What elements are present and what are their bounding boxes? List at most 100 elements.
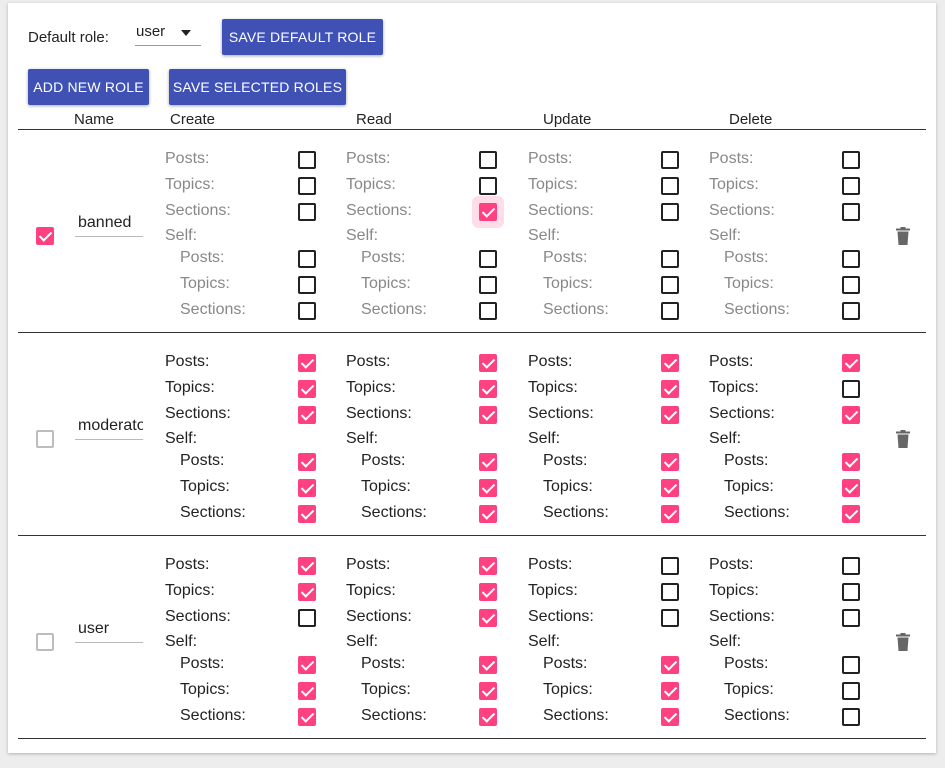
create-topics-checkbox[interactable]: [298, 380, 316, 398]
delete-self-posts-checkbox[interactable]: [842, 453, 860, 471]
read-topics-checkbox[interactable]: [479, 583, 497, 601]
update-topics-checkbox[interactable]: [661, 583, 679, 601]
create-posts-checkbox[interactable]: [298, 557, 316, 575]
read-sections-label: Sections:: [346, 202, 412, 219]
update-sections-label: Sections:: [528, 405, 594, 422]
delete-self-topics-checkbox[interactable]: [842, 479, 860, 497]
delete-self-sections-checkbox[interactable]: [842, 505, 860, 523]
read-posts-checkbox[interactable]: [479, 354, 497, 372]
update-posts-checkbox[interactable]: [661, 557, 679, 575]
create-self-label: Self:: [165, 430, 198, 447]
read-self-topics-checkbox[interactable]: [479, 479, 497, 497]
delete-role-trash-icon[interactable]: [895, 227, 911, 245]
update-topics-checkbox[interactable]: [661, 380, 679, 398]
update-sections-checkbox[interactable]: [661, 406, 679, 424]
update-self-sections-checkbox[interactable]: [661, 302, 679, 320]
role-select-checkbox[interactable]: [36, 633, 54, 651]
delete-self-sections-checkbox[interactable]: [842, 302, 860, 320]
create-self-topics-checkbox[interactable]: [298, 276, 316, 294]
create-topics-checkbox[interactable]: [298, 583, 316, 601]
create-self-sections-checkbox[interactable]: [298, 302, 316, 320]
update-self-posts-checkbox[interactable]: [661, 250, 679, 268]
role-name-input[interactable]: user: [75, 618, 143, 643]
delete-self-topics-checkbox[interactable]: [842, 276, 860, 294]
create-topics-checkbox[interactable]: [298, 177, 316, 195]
create-sections-checkbox[interactable]: [298, 203, 316, 221]
role-select-checkbox[interactable]: [36, 227, 54, 245]
create-topics-label: Topics:: [165, 176, 215, 193]
create-self-posts-checkbox[interactable]: [298, 656, 316, 674]
update-self-label: Self:: [528, 227, 561, 244]
update-topics-label: Topics:: [528, 176, 578, 193]
create-sections-checkbox[interactable]: [298, 609, 316, 627]
update-topics-checkbox[interactable]: [661, 177, 679, 195]
update-sections-checkbox[interactable]: [661, 203, 679, 221]
delete-self-sections-checkbox[interactable]: [842, 708, 860, 726]
read-self-sections-checkbox[interactable]: [479, 708, 497, 726]
read-topics-checkbox[interactable]: [479, 380, 497, 398]
read-self-posts-label: Posts:: [361, 249, 406, 266]
update-posts-checkbox[interactable]: [661, 354, 679, 372]
create-self-posts-checkbox[interactable]: [298, 250, 316, 268]
delete-self-posts-checkbox[interactable]: [842, 250, 860, 268]
delete-sections-checkbox[interactable]: [842, 203, 860, 221]
default-role-select[interactable]: user: [135, 21, 201, 46]
read-topics-label: Topics:: [346, 582, 396, 599]
create-self-posts-checkbox[interactable]: [298, 453, 316, 471]
save-selected-roles-button[interactable]: SAVE SELECTED ROLES: [169, 69, 346, 105]
read-self-sections-label: Sections:: [361, 504, 427, 521]
update-self-topics-checkbox[interactable]: [661, 682, 679, 700]
delete-topics-checkbox[interactable]: [842, 177, 860, 195]
delete-posts-checkbox[interactable]: [842, 557, 860, 575]
create-self-sections-checkbox[interactable]: [298, 505, 316, 523]
role-select-checkbox[interactable]: [36, 430, 54, 448]
create-posts-checkbox[interactable]: [298, 354, 316, 372]
delete-topics-checkbox[interactable]: [842, 583, 860, 601]
delete-topics-checkbox[interactable]: [842, 380, 860, 398]
update-sections-checkbox[interactable]: [661, 609, 679, 627]
delete-role-trash-icon[interactable]: [895, 430, 911, 448]
update-self-posts-checkbox[interactable]: [661, 656, 679, 674]
update-posts-checkbox[interactable]: [661, 151, 679, 169]
create-self-topics-checkbox[interactable]: [298, 479, 316, 497]
read-posts-checkbox[interactable]: [479, 151, 497, 169]
update-self-topics-checkbox[interactable]: [661, 479, 679, 497]
delete-sections-checkbox[interactable]: [842, 406, 860, 424]
create-sections-checkbox[interactable]: [298, 406, 316, 424]
delete-self-posts-label: Posts:: [724, 452, 769, 469]
read-sections-checkbox[interactable]: [479, 609, 497, 627]
read-self-topics-checkbox[interactable]: [479, 682, 497, 700]
delete-self-sections-label: Sections:: [724, 504, 790, 521]
delete-self-posts-checkbox[interactable]: [842, 656, 860, 674]
update-self-posts-checkbox[interactable]: [661, 453, 679, 471]
read-self-topics-checkbox[interactable]: [479, 276, 497, 294]
create-self-posts-label: Posts:: [180, 655, 225, 672]
delete-self-topics-checkbox[interactable]: [842, 682, 860, 700]
update-self-sections-checkbox[interactable]: [661, 505, 679, 523]
read-self-posts-checkbox[interactable]: [479, 250, 497, 268]
read-self-label: Self:: [346, 633, 379, 650]
delete-posts-checkbox[interactable]: [842, 151, 860, 169]
read-self-sections-checkbox[interactable]: [479, 505, 497, 523]
read-self-posts-checkbox[interactable]: [479, 656, 497, 674]
delete-sections-checkbox[interactable]: [842, 609, 860, 627]
create-posts-checkbox[interactable]: [298, 151, 316, 169]
create-self-topics-checkbox[interactable]: [298, 682, 316, 700]
save-default-role-button[interactable]: SAVE DEFAULT ROLE: [222, 19, 383, 55]
add-new-role-button[interactable]: ADD NEW ROLE: [28, 69, 149, 105]
delete-role-trash-icon[interactable]: [895, 633, 911, 651]
read-sections-checkbox[interactable]: [479, 203, 497, 221]
update-self-topics-checkbox[interactable]: [661, 276, 679, 294]
role-name-input[interactable]: moderator: [75, 415, 143, 440]
read-posts-checkbox[interactable]: [479, 557, 497, 575]
update-self-sections-checkbox[interactable]: [661, 708, 679, 726]
read-self-sections-checkbox[interactable]: [479, 302, 497, 320]
delete-sections-label: Sections:: [709, 608, 775, 625]
role-name-input[interactable]: banned: [75, 212, 143, 237]
read-topics-checkbox[interactable]: [479, 177, 497, 195]
create-self-sections-checkbox[interactable]: [298, 708, 316, 726]
read-sections-checkbox[interactable]: [479, 406, 497, 424]
read-self-posts-checkbox[interactable]: [479, 453, 497, 471]
delete-posts-checkbox[interactable]: [842, 354, 860, 372]
create-self-posts-label: Posts:: [180, 452, 225, 469]
